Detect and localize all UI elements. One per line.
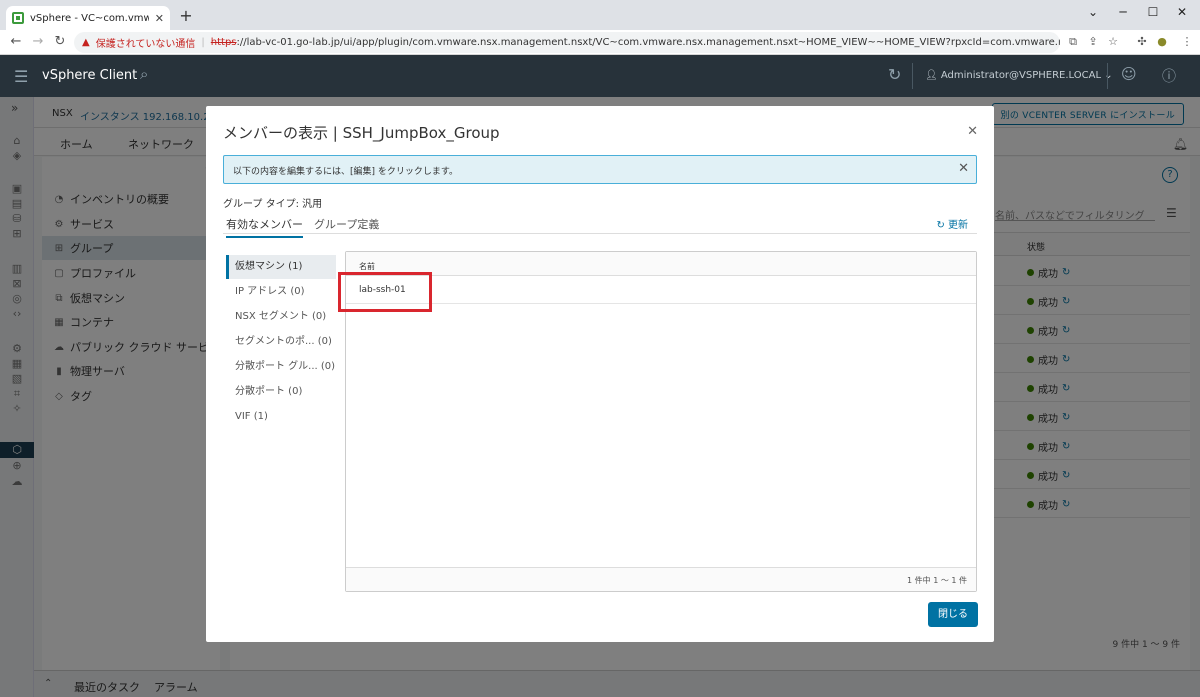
new-tab-button[interactable]: + xyxy=(177,6,195,25)
table-row[interactable]: lab-ssh-01 xyxy=(338,272,976,312)
tab-close-icon[interactable]: ✕ xyxy=(155,12,164,25)
category-dist-ports[interactable]: 分散ポート (0) xyxy=(226,380,336,404)
url-text: ://lab-vc-01.go-lab.jp/ui/app/plugin/com… xyxy=(236,37,1060,48)
refresh-link[interactable]: ↻ 更新 xyxy=(936,216,968,231)
maximize-button[interactable]: ☐ xyxy=(1143,5,1163,19)
group-type: グループ タイプ: 汎用 xyxy=(223,199,323,210)
tab-effective-members[interactable]: 有効なメンバー xyxy=(226,216,303,238)
minimize-button[interactable]: ─ xyxy=(1113,5,1133,19)
view-members-dialog: メンバーの表示 | SSH_JumpBox_Group ✕ 以下の内容を編集する… xyxy=(206,106,994,642)
user-icon: 👤︎ xyxy=(925,70,941,81)
feedback-smiley-icon[interactable]: ☺ xyxy=(1121,65,1137,83)
info-alert-text: 以下の内容を編集するには、[編集] をクリックします。 xyxy=(233,167,458,177)
category-vms[interactable]: 仮想マシン (1) xyxy=(226,255,336,279)
browser-tab-strip: vSphere - VC~com.vmware.nsx.m ✕ + ⌄ ─ ☐ … xyxy=(0,0,1200,30)
browser-tab[interactable]: vSphere - VC~com.vmware.nsx.m ✕ xyxy=(6,6,170,30)
translate-icon[interactable]: ⧉ xyxy=(1066,35,1080,49)
hamburger-menu-icon[interactable]: ☰ xyxy=(14,67,28,86)
tab-title: vSphere - VC~com.vmware.nsx.m xyxy=(30,12,149,24)
tab-group-definition[interactable]: グループ定義 xyxy=(314,216,379,232)
forward-icon[interactable]: → xyxy=(30,34,46,49)
category-segment-ports[interactable]: セグメントのポ... (0) xyxy=(226,330,336,354)
extensions-icon[interactable]: ✣ xyxy=(1135,35,1149,48)
highlight-box xyxy=(338,272,432,312)
category-vif[interactable]: VIF (1) xyxy=(226,405,336,429)
header-divider xyxy=(1107,63,1108,89)
vsphere-header: ☰ vSphere Client ⌕ ↻ 👤︎ Administrator@VS… xyxy=(0,55,1200,97)
tab-divider xyxy=(223,233,977,234)
category-ip-addresses[interactable]: IP アドレス (0) xyxy=(226,280,336,304)
info-alert: 以下の内容を編集するには、[編集] をクリックします。 ✕ xyxy=(223,155,977,184)
share-icon[interactable]: ⇪ xyxy=(1086,35,1100,48)
search-icon[interactable]: ⌕ xyxy=(140,65,148,83)
user-menu[interactable]: 👤︎ Administrator@VSPHERE.LOCAL ⌄ xyxy=(925,70,1113,81)
window-close-button[interactable]: ✕ xyxy=(1172,5,1192,19)
vsphere-favicon-icon xyxy=(12,12,24,24)
dialog-title: メンバーの表示 | SSH_JumpBox_Group xyxy=(223,124,500,142)
name-column-header[interactable]: 名前 xyxy=(359,261,375,272)
url-separator: | xyxy=(201,37,205,48)
dialog-close-icon[interactable]: ✕ xyxy=(967,124,978,139)
back-icon[interactable]: ← xyxy=(8,34,24,49)
members-grid-header: 名前 xyxy=(346,252,976,276)
member-count: 1 件中 1 ～ 1 件 xyxy=(907,576,967,585)
app-title: vSphere Client xyxy=(42,68,138,83)
alert-close-icon[interactable]: ✕ xyxy=(958,161,969,176)
url-scheme: https xyxy=(210,37,237,48)
profile-avatar-icon[interactable]: ● xyxy=(1155,35,1169,48)
insecure-warning: 保護されていない通信 xyxy=(95,39,196,50)
bookmark-star-icon[interactable]: ☆ xyxy=(1106,35,1120,48)
members-grid-footer: 1 件中 1 ～ 1 件 xyxy=(346,567,976,591)
header-divider xyxy=(912,63,913,89)
refresh-icon[interactable]: ↻ xyxy=(888,65,901,84)
close-button[interactable]: 閉じる xyxy=(928,602,978,627)
warning-icon: ▲ xyxy=(82,37,90,48)
reload-icon[interactable]: ↻ xyxy=(52,34,68,49)
refresh-label: 更新 xyxy=(948,220,968,231)
browser-menu-icon[interactable]: ⋮ xyxy=(1180,35,1194,48)
members-grid: 名前 lab-ssh-01 1 件中 1 ～ 1 件 xyxy=(338,251,977,592)
help-icon[interactable]: ⓘ xyxy=(1162,66,1176,86)
refresh-icon: ↻ xyxy=(936,220,948,231)
url-field[interactable]: ▲ 保護されていない通信 | https://lab-vc-01.go-lab.… xyxy=(74,32,1060,53)
address-bar: ← → ↻ ▲ 保護されていない通信 | https://lab-vc-01.g… xyxy=(0,30,1200,55)
user-name: Administrator@VSPHERE.LOCAL ⌄ xyxy=(940,70,1113,81)
tab-search-icon[interactable]: ⌄ xyxy=(1083,5,1103,19)
category-dist-port-groups[interactable]: 分散ポート グル... (0) xyxy=(226,355,336,379)
category-nsx-segments[interactable]: NSX セグメント (0) xyxy=(226,305,336,329)
